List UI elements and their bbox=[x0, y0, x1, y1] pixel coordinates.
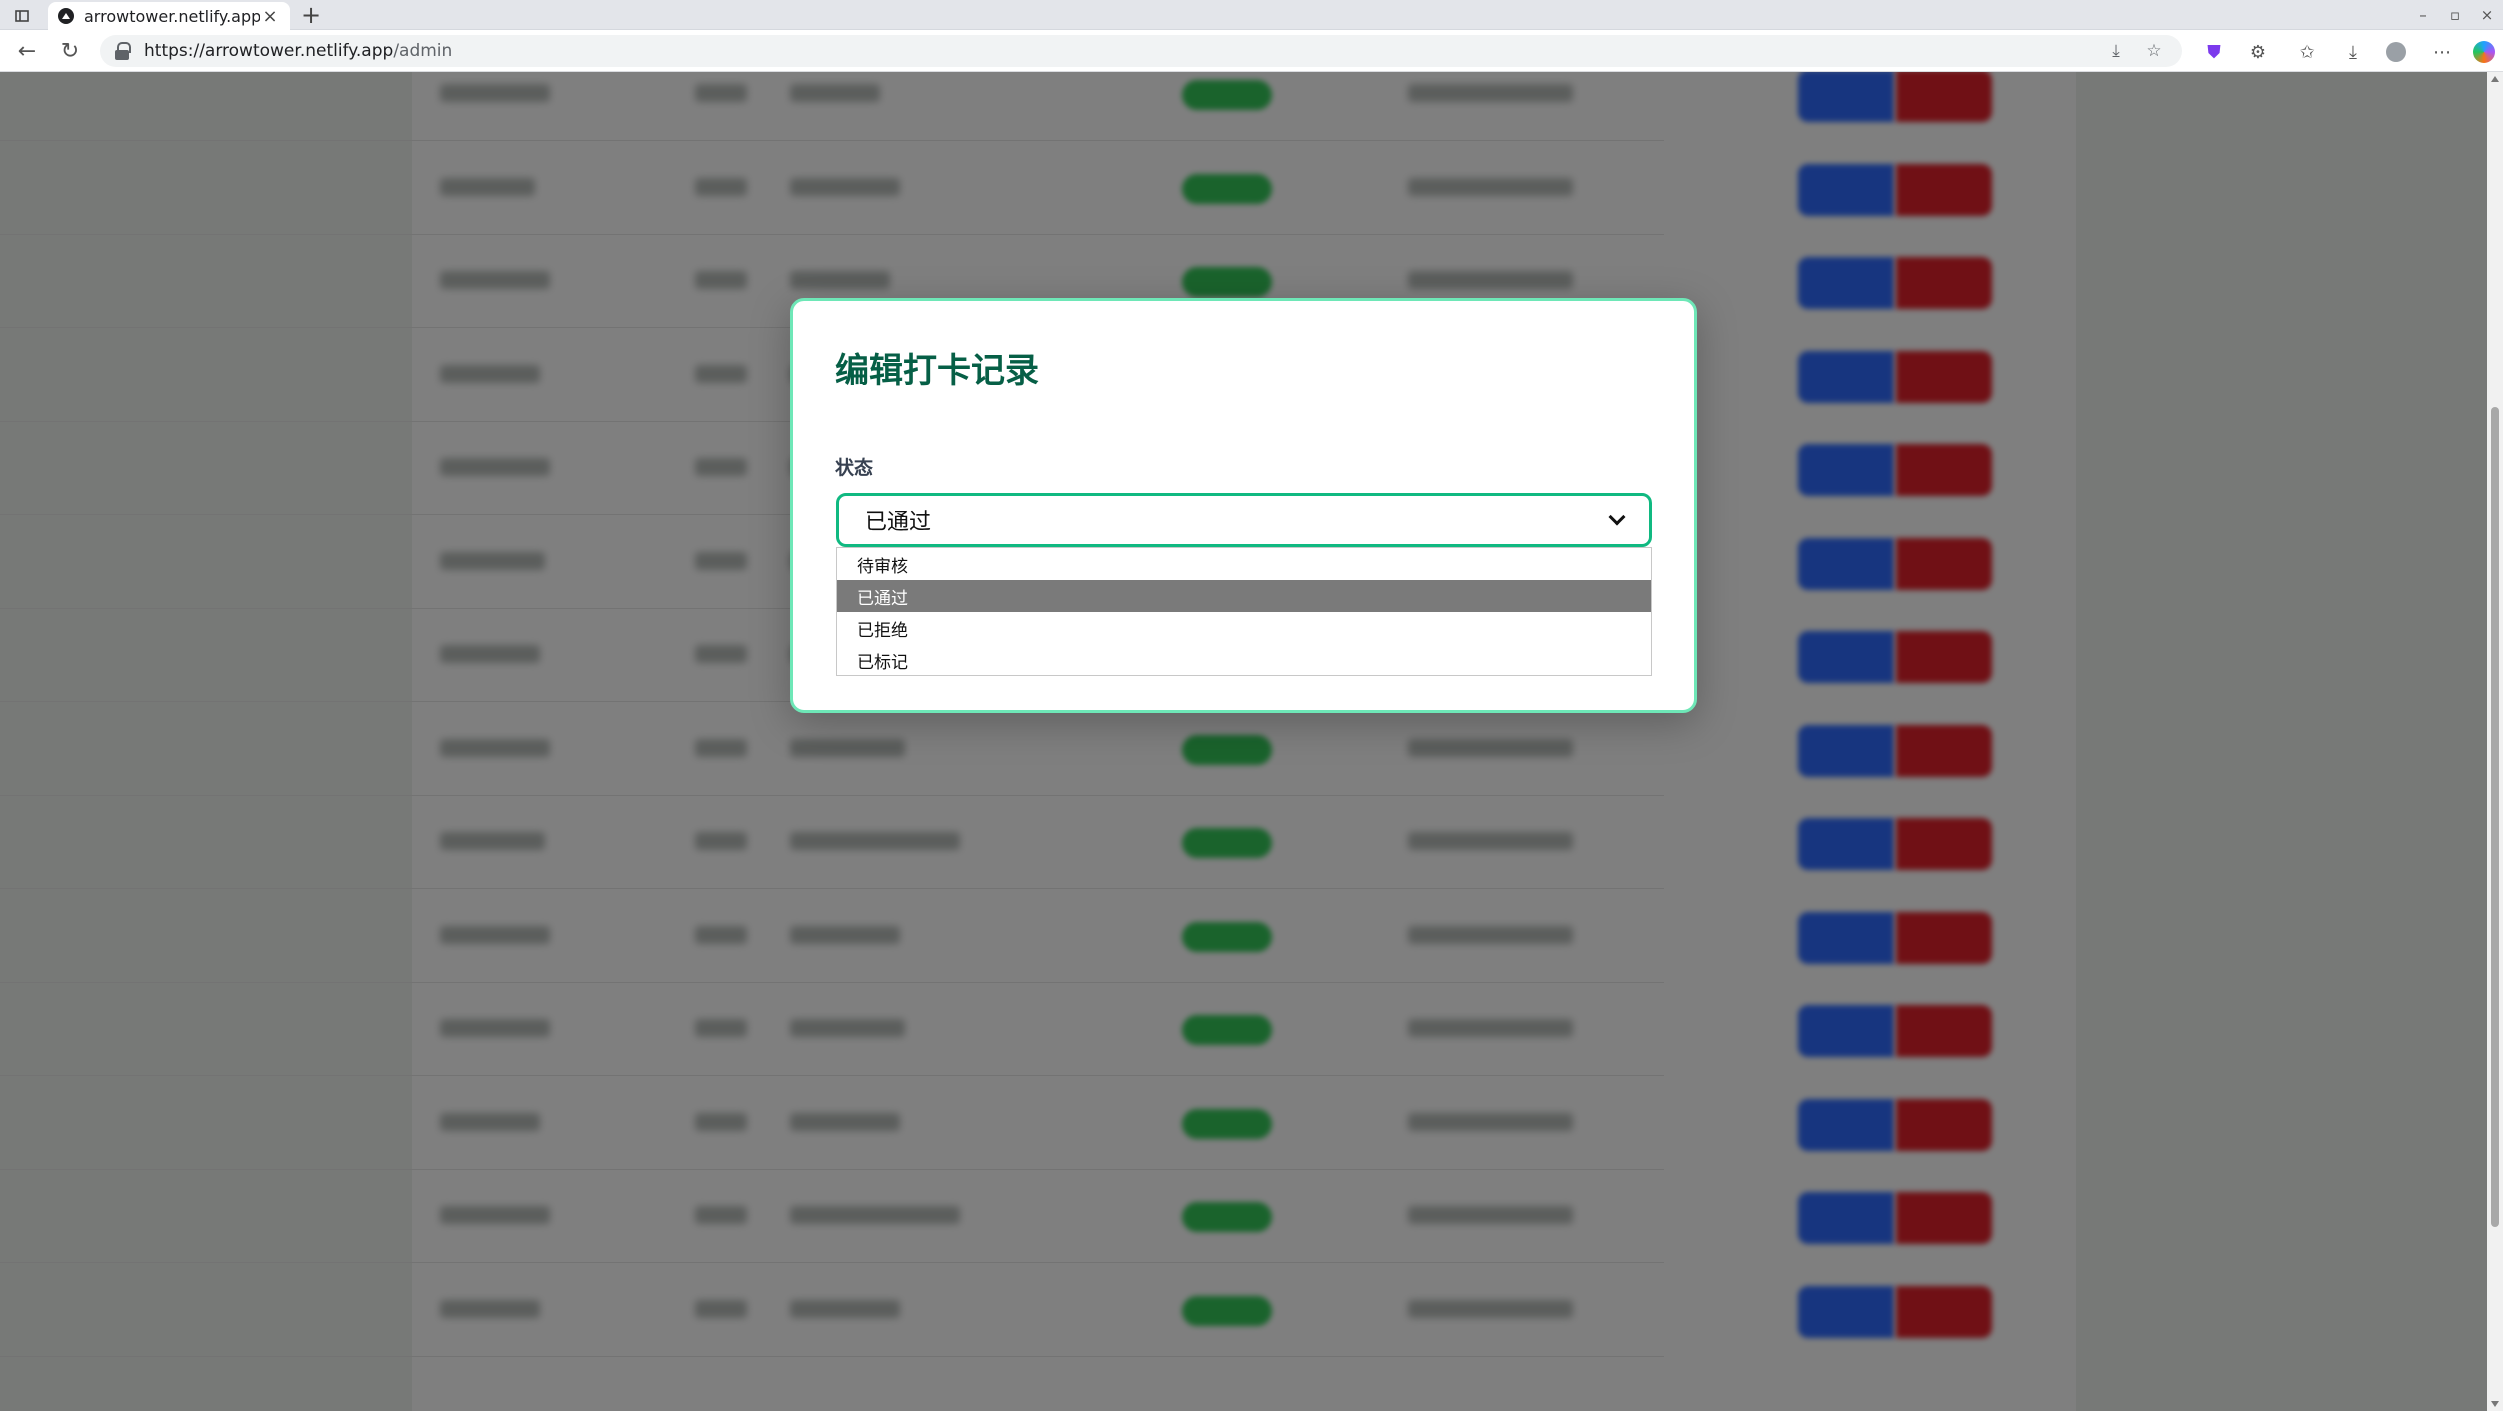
downloads-icon[interactable]: ⤓ bbox=[2339, 38, 2367, 66]
extensions-puzzle-icon[interactable]: ⚙ bbox=[2244, 38, 2272, 66]
status-option-pending[interactable]: 待审核 bbox=[837, 548, 1651, 580]
download-icon[interactable]: ⤓ bbox=[2102, 37, 2130, 65]
scroll-down-icon[interactable] bbox=[2491, 1401, 2499, 1407]
scroll-up-icon[interactable] bbox=[2491, 76, 2499, 82]
extension-shield-icon[interactable]: ⛊ bbox=[2200, 38, 2228, 66]
chevron-down-icon bbox=[1608, 508, 1626, 526]
page-viewport bbox=[0, 72, 2487, 1411]
bookmark-star-icon[interactable]: ☆ bbox=[2140, 37, 2168, 65]
copilot-icon[interactable] bbox=[2470, 38, 2498, 66]
tab-title: arrowtower.netlify.app/admin bbox=[84, 6, 260, 26]
scroll-thumb[interactable] bbox=[2491, 407, 2499, 1227]
status-dropdown-list: 待审核 已通过 已拒绝 已标记 bbox=[836, 547, 1652, 676]
modal-backdrop[interactable] bbox=[0, 72, 2487, 1411]
minimize-icon[interactable]: – bbox=[2410, 3, 2436, 27]
modal-title: 编辑打卡记录 bbox=[835, 351, 1039, 391]
status-option-flagged[interactable]: 已标记 bbox=[837, 644, 1651, 676]
restore-icon[interactable]: ▫ bbox=[2442, 3, 2468, 27]
favorites-icon[interactable]: ✩ bbox=[2293, 38, 2321, 66]
page-scrollbar[interactable] bbox=[2487, 72, 2503, 1411]
back-icon[interactable]: ← bbox=[14, 38, 40, 64]
profile-avatar-icon[interactable] bbox=[2382, 38, 2410, 66]
status-option-approved[interactable]: 已通过 bbox=[837, 580, 1651, 612]
url-text: https://arrowtower.netlify.app/admin bbox=[144, 41, 453, 61]
new-tab-icon[interactable]: + bbox=[298, 1, 324, 29]
more-menu-icon[interactable]: ⋯ bbox=[2428, 38, 2456, 66]
browser-toolbar: ← ↻ https://arrowtower.netlify.app/admin… bbox=[0, 30, 2503, 72]
tab-list-icon[interactable] bbox=[10, 4, 34, 28]
browser-tabstrip: arrowtower.netlify.app/admin × + – ▫ × bbox=[0, 0, 2503, 30]
site-favicon-icon bbox=[58, 8, 74, 24]
lock-icon[interactable] bbox=[114, 42, 131, 60]
status-select[interactable]: 已通过 bbox=[836, 493, 1652, 547]
edit-checkin-modal: 编辑打卡记录 状态 已通过 待审核 已通过 已拒绝 已标记 bbox=[790, 298, 1697, 713]
reload-icon[interactable]: ↻ bbox=[57, 38, 83, 64]
browser-tab-active[interactable]: arrowtower.netlify.app/admin × bbox=[48, 2, 290, 30]
status-label: 状态 bbox=[835, 457, 874, 479]
close-tab-icon[interactable]: × bbox=[260, 6, 280, 27]
status-option-rejected[interactable]: 已拒绝 bbox=[837, 612, 1651, 644]
close-window-icon[interactable]: × bbox=[2474, 3, 2500, 27]
status-select-value: 已通过 bbox=[865, 510, 932, 535]
address-bar[interactable]: https://arrowtower.netlify.app/admin ⤓ ☆ bbox=[100, 35, 2182, 67]
